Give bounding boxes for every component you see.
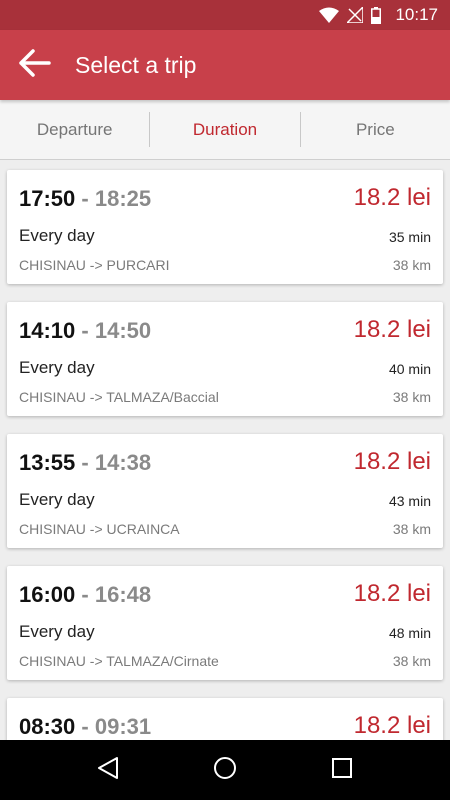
time-separator: -: [81, 318, 95, 343]
arrival-time: 14:38: [94, 450, 152, 475]
arrival-time: 09:31: [94, 714, 152, 739]
trip-distance: 38 km: [392, 521, 431, 537]
trip-route: CHISINAU -> TALMAZA/Cirnate: [19, 653, 219, 669]
time-separator: -: [81, 582, 95, 607]
app-bar: Select a trip: [0, 30, 450, 100]
trip-duration: 43 min: [388, 493, 431, 509]
trip-distance: 38 km: [392, 389, 431, 405]
wifi-icon: [319, 7, 340, 23]
battery-icon: [371, 6, 382, 24]
trip-distance: 38 km: [392, 257, 431, 273]
trip-duration: 48 min: [388, 625, 431, 641]
arrival-time: 18:25: [94, 186, 152, 211]
trip-card[interactable]: 14:10 - 14:50 18.2 lei Every day 40 min …: [7, 302, 443, 416]
circle-home-icon: [213, 756, 237, 785]
departure-time: 08:30: [19, 714, 76, 739]
trip-times: 17:50 - 18:25: [19, 186, 151, 212]
sort-tab-departure[interactable]: Departure: [0, 100, 149, 159]
trip-route: CHISINAU -> TALMAZA/Baccial: [19, 389, 219, 405]
trip-price: 18.2 lei: [353, 580, 431, 607]
trip-times: 08:30 - 09:31: [19, 714, 151, 740]
time-separator: -: [81, 450, 95, 475]
nav-home-button[interactable]: [195, 740, 255, 800]
trip-distance: 38 km: [392, 653, 431, 669]
arrival-time: 14:50: [94, 318, 152, 343]
status-time: 10:17: [395, 5, 438, 24]
arrow-back-icon: [19, 48, 51, 82]
trip-list: 17:50 - 18:25 18.2 lei Every day 35 min …: [0, 160, 450, 740]
no-signal-icon: [347, 7, 364, 23]
departure-time: 17:50: [19, 186, 76, 211]
trip-price: 18.2 lei: [353, 184, 431, 211]
departure-time: 14:10: [19, 318, 76, 343]
trip-price: 18.2 lei: [353, 316, 431, 343]
square-recents-icon: [331, 757, 353, 784]
sort-tab-price[interactable]: Price: [301, 100, 450, 159]
trip-card[interactable]: 16:00 - 16:48 18.2 lei Every day 48 min …: [7, 566, 443, 680]
trip-duration: 35 min: [388, 229, 431, 245]
time-separator: -: [81, 714, 95, 739]
departure-time: 13:55: [19, 450, 76, 475]
trip-route: CHISINAU -> PURCARI: [19, 257, 170, 273]
back-button[interactable]: [0, 30, 70, 100]
trip-times: 13:55 - 14:38: [19, 450, 151, 476]
time-separator: -: [81, 186, 95, 211]
trip-times: 14:10 - 14:50: [19, 318, 151, 344]
trip-price: 18.2 lei: [353, 448, 431, 475]
nav-back-button[interactable]: [78, 740, 138, 800]
trip-frequency: Every day: [19, 622, 95, 641]
trip-card[interactable]: 13:55 - 14:38 18.2 lei Every day 43 min …: [7, 434, 443, 548]
trip-frequency: Every day: [19, 490, 95, 509]
trip-route: CHISINAU -> UCRAINCA: [19, 521, 180, 537]
trip-duration: 40 min: [388, 361, 431, 377]
trip-price: 18.2 lei: [353, 712, 431, 739]
navigation-bar: [0, 740, 450, 800]
trip-times: 16:00 - 16:48: [19, 582, 151, 608]
trip-frequency: Every day: [19, 358, 95, 377]
nav-recents-button[interactable]: [312, 740, 372, 800]
sort-bar: Departure Duration Price: [0, 100, 450, 160]
departure-time: 16:00: [19, 582, 76, 607]
status-bar: 10:17: [0, 0, 450, 30]
arrival-time: 16:48: [94, 582, 152, 607]
triangle-back-icon: [97, 756, 119, 785]
trip-frequency: Every day: [19, 226, 95, 245]
sort-tab-duration[interactable]: Duration: [150, 100, 299, 159]
page-title: Select a trip: [75, 51, 197, 78]
trip-card[interactable]: 17:50 - 18:25 18.2 lei Every day 35 min …: [7, 170, 443, 284]
trip-card[interactable]: 08:30 - 09:31 18.2 lei: [7, 698, 443, 740]
